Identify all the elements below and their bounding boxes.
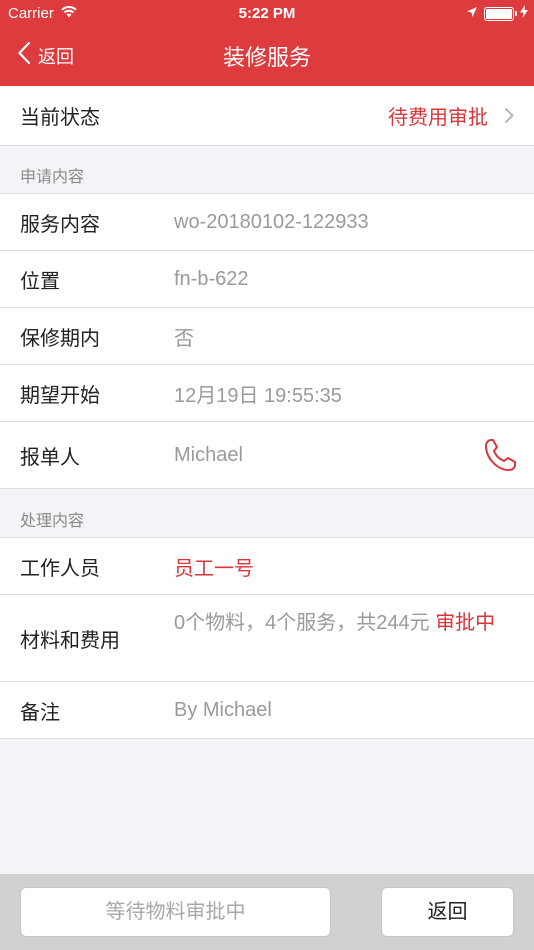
remark-value: By Michael <box>174 698 272 721</box>
current-status-row[interactable]: 当前状态 待费用审批 <box>0 86 534 145</box>
remark-label: 备注 <box>20 701 60 724</box>
materials-value: 0个物料，4个服务，共244元 审批中 <box>174 608 520 638</box>
warranty-row: 保修期内 否 <box>0 308 534 364</box>
worker-row: 工作人员 员工一号 <box>0 538 534 594</box>
footer-back-button[interactable]: 返回 <box>381 887 514 937</box>
footer-bar: 等待物料审批中 返回 <box>0 874 534 950</box>
worker-value: 员工一号 <box>174 557 254 580</box>
materials-status: 审批中 <box>435 612 496 634</box>
processing-section-header: 处理内容 <box>0 489 534 537</box>
warranty-label: 保修期内 <box>20 327 100 350</box>
worker-label: 工作人员 <box>20 557 100 580</box>
materials-label: 材料和费用 <box>20 629 120 652</box>
battery-icon <box>484 6 517 21</box>
reporter-label: 报单人 <box>20 446 80 469</box>
divider <box>0 738 534 739</box>
nav-bar: 返回 装修服务 <box>0 28 534 86</box>
service-content-label: 服务内容 <box>20 213 100 236</box>
application-section-header: 申请内容 <box>0 146 534 193</box>
remark-row: 备注 By Michael <box>0 682 534 738</box>
page-title: 装修服务 <box>222 45 311 70</box>
status-bar: Carrier 5:22 PM <box>0 0 534 28</box>
status-right <box>466 5 528 22</box>
location-value: fn-b-622 <box>174 267 249 290</box>
materials-row[interactable]: 材料和费用 0个物料，4个服务，共244元 审批中 <box>0 595 534 681</box>
reporter-row: 报单人 Michael <box>0 422 534 488</box>
processing-section-title: 处理内容 <box>20 513 85 530</box>
current-status-value: 待费用审批 <box>388 107 488 129</box>
service-content-value: wo-20180102-122933 <box>174 210 369 233</box>
location-arrow-icon <box>466 5 478 22</box>
service-content-row: 服务内容 wo-20180102-122933 <box>0 194 534 250</box>
charging-bolt-icon <box>520 5 528 22</box>
expected-start-row: 期望开始 12月19日 19:55:35 <box>0 365 534 421</box>
warranty-value: 否 <box>174 327 194 350</box>
application-section-title: 申请内容 <box>20 169 85 186</box>
materials-summary: 0个物料，4个服务，共244元 <box>174 612 430 634</box>
location-label: 位置 <box>20 270 60 293</box>
chevron-right-icon <box>505 108 514 128</box>
expected-start-label: 期望开始 <box>20 384 100 407</box>
status-time: 5:22 PM <box>238 5 296 22</box>
waiting-approval-button[interactable]: 等待物料审批中 <box>20 887 331 937</box>
reporter-value: Michael <box>174 443 243 466</box>
expected-start-value: 12月19日 19:55:35 <box>174 384 342 407</box>
current-status-label: 当前状态 <box>20 107 100 129</box>
phone-icon[interactable] <box>484 438 516 477</box>
location-row: 位置 fn-b-622 <box>0 251 534 307</box>
header: Carrier 5:22 PM 返回 装修服务 <box>0 0 534 86</box>
